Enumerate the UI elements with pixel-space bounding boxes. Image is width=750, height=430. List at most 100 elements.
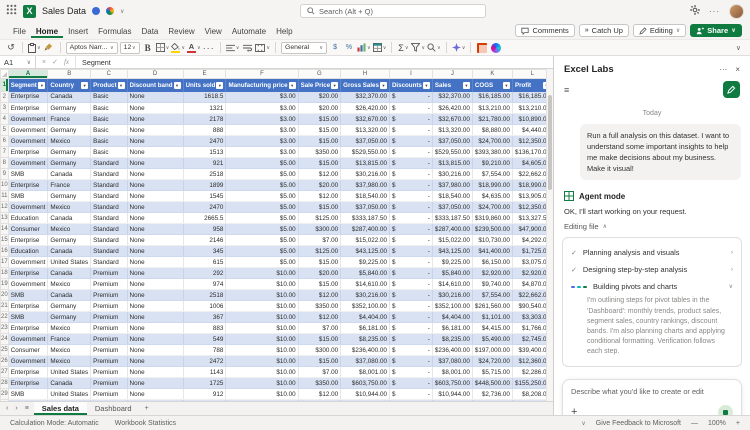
cell[interactable]: United States <box>48 257 91 268</box>
cell[interactable]: 788 <box>183 345 226 356</box>
cell[interactable]: $- <box>389 290 432 301</box>
cell[interactable] <box>127 400 183 402</box>
cell[interactable]: $5,490.00 <box>472 334 512 345</box>
row-header-25[interactable]: 25 <box>1 345 9 356</box>
cell[interactable]: $287,400.00 <box>341 224 390 235</box>
cell[interactable]: Standard <box>91 246 127 257</box>
cell[interactable]: Standard <box>91 235 127 246</box>
cell[interactable]: Basic <box>91 114 127 125</box>
cell[interactable]: $12.00 <box>298 290 341 301</box>
cell[interactable]: $15,022.00 <box>432 235 472 246</box>
cell[interactable]: $3.00 <box>226 136 298 147</box>
app-launcher-icon[interactable] <box>6 2 17 20</box>
row-header-26[interactable]: 26 <box>1 356 9 367</box>
cell[interactable]: $30,216.00 <box>341 169 390 180</box>
cell[interactable]: $5.00 <box>226 246 298 257</box>
cell[interactable]: $5,715.00 <box>472 367 512 378</box>
scrollbar-thumb[interactable] <box>548 95 552 190</box>
merge-cells-button[interactable]: ∨ <box>255 41 270 54</box>
cell[interactable]: None <box>127 279 183 290</box>
cell[interactable]: $15.00 <box>298 279 341 290</box>
cell[interactable]: $236,400.00 <box>432 345 472 356</box>
cell[interactable]: None <box>127 257 183 268</box>
copilot-button[interactable] <box>490 41 502 54</box>
cell[interactable]: 921 <box>183 158 226 169</box>
cell[interactable]: 1725 <box>183 378 226 389</box>
row-header-24[interactable]: 24 <box>1 334 9 345</box>
cell[interactable]: Premium <box>91 389 127 400</box>
row-header-12[interactable]: 12 <box>1 202 9 213</box>
cell[interactable]: None <box>127 235 183 246</box>
cell[interactable]: $13,815.00 <box>341 158 390 169</box>
cell[interactable]: $8,235.00 <box>432 334 472 345</box>
cell[interactable]: $37,080.00 <box>341 356 390 367</box>
font-more-options-icon[interactable]: ··· <box>203 41 215 54</box>
cell[interactable]: $5.00 <box>226 224 298 235</box>
name-box[interactable]: A1∨ <box>0 56 36 68</box>
cell[interactable]: Germany <box>48 301 91 312</box>
cell[interactable]: Germany <box>48 147 91 158</box>
cancel-entry-icon[interactable]: × <box>42 59 46 66</box>
more-options-icon[interactable]: ··· <box>709 7 720 16</box>
cell[interactable]: $30,216.00 <box>432 169 472 180</box>
cell[interactable]: Enterprise <box>8 378 48 389</box>
cell[interactable]: $197,000.00 <box>472 345 512 356</box>
row-header-15[interactable]: 15 <box>1 235 9 246</box>
cell[interactable]: 2518 <box>183 290 226 301</box>
column-header-G[interactable]: G <box>298 70 341 79</box>
worksheet-grid[interactable]: ABCDEFGHIJKLMN1Segment▾Country▾Product▾D… <box>0 69 553 401</box>
cell[interactable]: $37,980.00 <box>341 180 390 191</box>
menu-tab-home[interactable]: Home <box>31 24 63 38</box>
zoom-in-icon[interactable]: + <box>736 420 740 427</box>
cell[interactable]: None <box>127 125 183 136</box>
cell[interactable]: $10.00 <box>226 290 298 301</box>
cell[interactable]: $- <box>389 147 432 158</box>
cell[interactable]: $43,125.00 <box>341 246 390 257</box>
cell[interactable]: None <box>127 323 183 334</box>
column-header-K[interactable]: K <box>472 70 512 79</box>
cell[interactable]: None <box>127 92 183 103</box>
search-input[interactable]: Search (Alt + Q) <box>300 4 486 18</box>
cell[interactable]: Premium <box>91 378 127 389</box>
cell[interactable]: $- <box>389 125 432 136</box>
row-header-22[interactable]: 22 <box>1 312 9 323</box>
status-chevron-icon[interactable]: ∨ <box>581 420 585 427</box>
menu-tab-formulas[interactable]: Formulas <box>93 24 136 38</box>
cell[interactable] <box>226 400 298 402</box>
cell[interactable]: $5.00 <box>226 202 298 213</box>
cell[interactable]: None <box>127 378 183 389</box>
document-title[interactable]: Sales Data <box>42 6 86 16</box>
row-header-2[interactable]: 2 <box>1 92 9 103</box>
cell[interactable]: $13,210.00 <box>472 103 512 114</box>
cell[interactable]: $21,780.00 <box>472 114 512 125</box>
cell[interactable]: 2178 <box>183 114 226 125</box>
cell[interactable]: 1618.5 <box>183 92 226 103</box>
attach-plus-icon[interactable]: + <box>571 407 577 415</box>
cell[interactable]: 1899 <box>183 180 226 191</box>
panel-close-icon[interactable]: × <box>735 65 740 74</box>
cell[interactable]: $10.00 <box>226 378 298 389</box>
cell[interactable]: Canada <box>48 92 91 103</box>
agent-step-building-pivots-and-charts[interactable]: Building pivots and charts∨ <box>571 278 733 295</box>
cell[interactable]: $20.00 <box>298 103 341 114</box>
cell[interactable]: None <box>127 147 183 158</box>
step-chevron-icon[interactable]: › <box>731 267 733 273</box>
cell[interactable]: 2146 <box>183 235 226 246</box>
table-header-manufacturing-price[interactable]: Manufacturing price▾ <box>226 79 298 92</box>
cell[interactable]: None <box>127 389 183 400</box>
cell[interactable]: $10.00 <box>226 312 298 323</box>
cell[interactable]: $12.00 <box>298 312 341 323</box>
stop-generating-button[interactable] <box>718 405 733 415</box>
cell[interactable]: None <box>127 158 183 169</box>
cell[interactable]: $10.00 <box>226 356 298 367</box>
cell[interactable]: Basic <box>91 147 127 158</box>
table-header-discounts[interactable]: Discounts▾ <box>389 79 432 92</box>
cell[interactable]: $3.00 <box>226 114 298 125</box>
cell[interactable]: $10.00 <box>226 301 298 312</box>
cell[interactable]: 2470 <box>183 202 226 213</box>
filter-dropdown-icon[interactable]: ▾ <box>38 82 45 89</box>
cell[interactable]: $7.00 <box>298 323 341 334</box>
cell[interactable]: $352,100.00 <box>341 301 390 312</box>
cell[interactable]: $529,550.00 <box>341 147 390 158</box>
cell[interactable]: $- <box>389 389 432 400</box>
